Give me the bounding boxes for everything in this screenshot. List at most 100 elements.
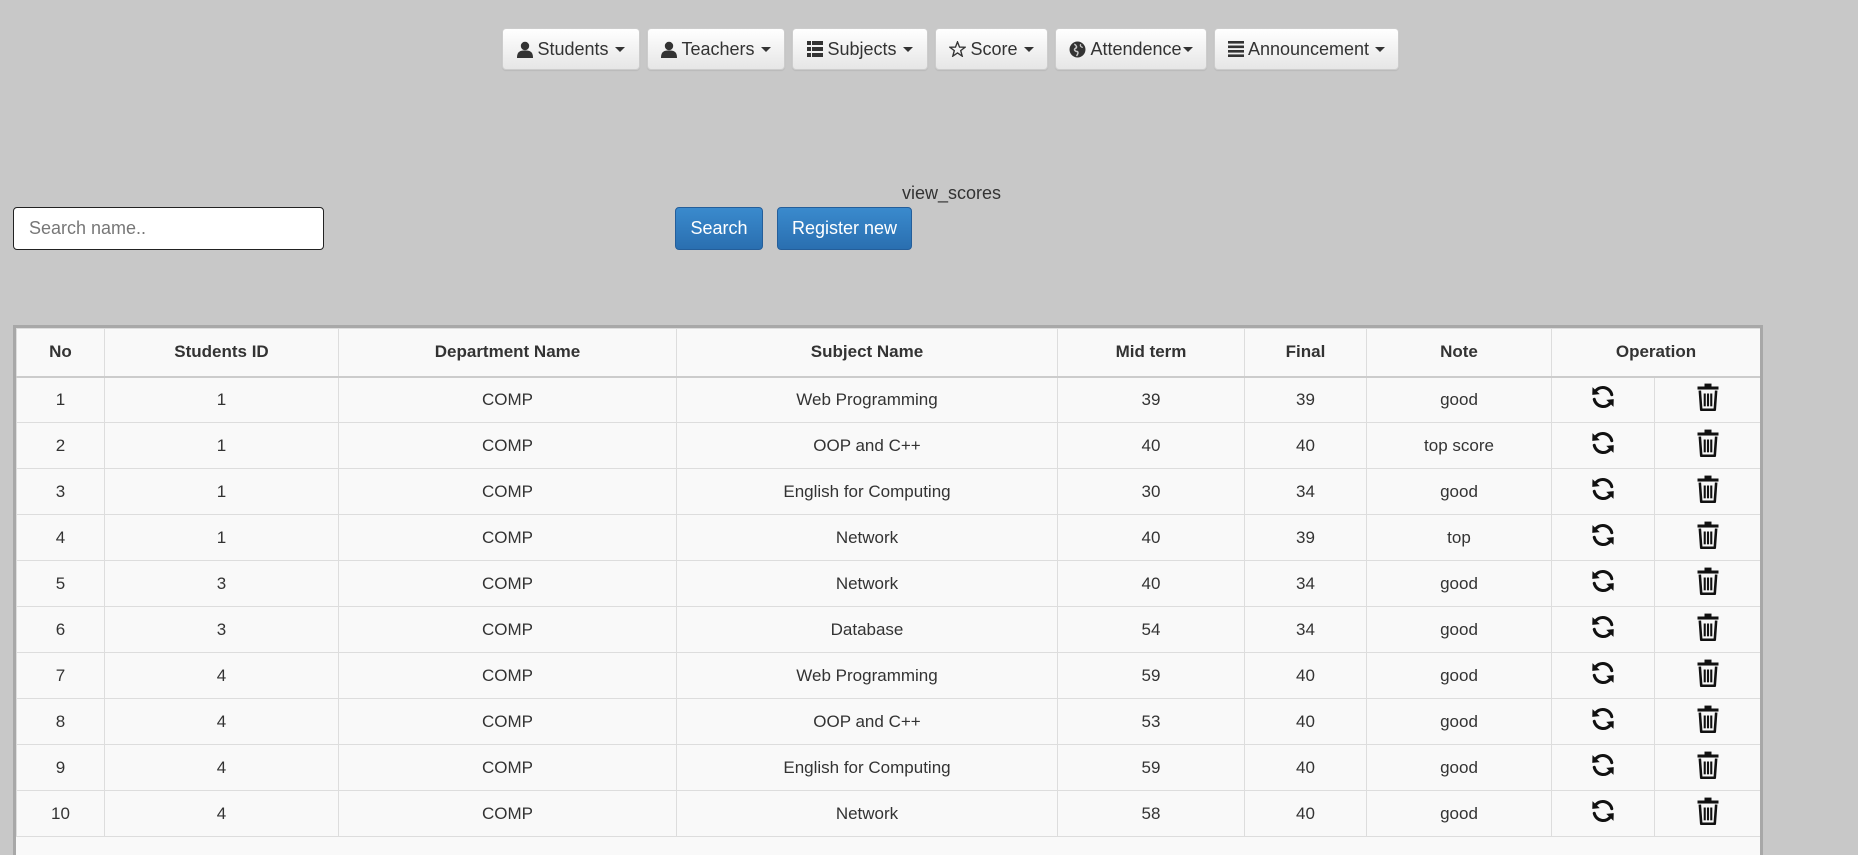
cell-note: good — [1366, 376, 1552, 423]
attendence-label: Attendence — [1090, 38, 1182, 59]
header-department-name: Department Name — [338, 328, 677, 378]
students-dropdown[interactable]: Students — [502, 28, 640, 70]
trash-icon[interactable] — [1696, 475, 1720, 503]
delete-cell — [1653, 468, 1760, 515]
students-label: Students — [537, 38, 609, 59]
trash-icon[interactable] — [1696, 567, 1720, 595]
refresh-icon[interactable] — [1589, 797, 1617, 825]
register-new-button[interactable]: Register new — [777, 207, 912, 250]
cell-note: good — [1366, 560, 1552, 607]
teachers-label: Teachers — [681, 38, 755, 59]
chevron-down-icon — [614, 46, 625, 52]
subjects-label: Subjects — [827, 38, 897, 59]
cell-student-id: 4 — [104, 698, 339, 745]
cell-note: good — [1366, 652, 1552, 699]
announcement-label: Announcement — [1247, 38, 1370, 59]
cell-final: 40 — [1244, 744, 1367, 791]
cell-student-id: 1 — [104, 468, 339, 515]
cell-note: good — [1366, 606, 1552, 653]
cell-note: top score — [1366, 422, 1552, 469]
score-label: Score — [970, 38, 1018, 59]
cell-student-id: 3 — [104, 560, 339, 607]
refresh-icon[interactable] — [1589, 475, 1617, 503]
chevron-down-icon — [1023, 46, 1034, 52]
update-cell — [1551, 468, 1655, 515]
update-cell — [1551, 560, 1655, 607]
table-row: 3 1 COMP English for Computing 30 34 good — [16, 468, 1760, 515]
table-row: 7 4 COMP Web Programming 59 40 good — [16, 652, 1760, 699]
cell-note: good — [1366, 468, 1552, 515]
update-cell — [1551, 422, 1655, 469]
trash-icon[interactable] — [1696, 613, 1720, 641]
update-cell — [1551, 376, 1655, 423]
trash-icon[interactable] — [1696, 797, 1720, 825]
top-nav: Students Teachers Subjects Score Attende… — [502, 28, 1406, 70]
announcement-dropdown[interactable]: Announcement — [1214, 28, 1399, 70]
trash-icon[interactable] — [1696, 659, 1720, 687]
trash-icon[interactable] — [1696, 705, 1720, 733]
search-input[interactable] — [13, 207, 324, 250]
cell-final: 39 — [1244, 514, 1367, 561]
update-cell — [1551, 698, 1655, 745]
delete-cell — [1653, 514, 1760, 561]
score-dropdown[interactable]: Score — [935, 28, 1048, 70]
cell-subject: Network — [676, 514, 1058, 561]
refresh-icon[interactable] — [1589, 659, 1617, 687]
update-cell — [1551, 514, 1655, 561]
cell-student-id: 4 — [104, 652, 339, 699]
cell-subject: Database — [676, 606, 1058, 653]
cell-note: good — [1366, 698, 1552, 745]
cell-department: COMP — [338, 514, 677, 561]
cell-student-id: 1 — [104, 514, 339, 561]
cell-no: 3 — [16, 468, 105, 515]
refresh-icon[interactable] — [1589, 613, 1617, 641]
cell-mid-term: 59 — [1057, 652, 1245, 699]
header-no: No — [16, 328, 105, 378]
trash-icon[interactable] — [1696, 521, 1720, 549]
table-row: 4 1 COMP Network 40 39 top — [16, 514, 1760, 561]
chevron-down-icon — [1182, 46, 1193, 52]
cell-mid-term: 40 — [1057, 560, 1245, 607]
cell-subject: Network — [676, 560, 1058, 607]
cell-mid-term: 54 — [1057, 606, 1245, 653]
refresh-icon[interactable] — [1589, 521, 1617, 549]
refresh-icon[interactable] — [1589, 429, 1617, 457]
menu-icon — [1227, 41, 1244, 57]
cell-student-id: 3 — [104, 606, 339, 653]
refresh-icon[interactable] — [1589, 705, 1617, 733]
delete-cell — [1653, 606, 1760, 653]
table-row: 9 4 COMP English for Computing 59 40 good — [16, 744, 1760, 791]
trash-icon[interactable] — [1696, 751, 1720, 779]
cell-no: 7 — [16, 652, 105, 699]
cell-final: 40 — [1244, 790, 1367, 837]
table-row: 8 4 COMP OOP and C++ 53 40 good — [16, 698, 1760, 745]
globe-icon — [1069, 41, 1086, 58]
cell-subject: English for Computing — [676, 744, 1058, 791]
refresh-icon[interactable] — [1589, 751, 1617, 779]
header-final: Final — [1244, 328, 1367, 378]
cell-no: 4 — [16, 514, 105, 561]
search-button[interactable]: Search — [675, 207, 763, 250]
refresh-icon[interactable] — [1589, 383, 1617, 411]
cell-mid-term: 53 — [1057, 698, 1245, 745]
delete-cell — [1653, 790, 1760, 837]
cell-student-id: 4 — [104, 790, 339, 837]
update-cell — [1551, 790, 1655, 837]
teachers-dropdown[interactable]: Teachers — [647, 28, 785, 70]
scores-table: No Students ID Department Name Subject N… — [16, 328, 1760, 837]
user-icon — [517, 41, 534, 58]
cell-mid-term: 40 — [1057, 422, 1245, 469]
cell-department: COMP — [338, 376, 677, 423]
trash-icon[interactable] — [1696, 429, 1720, 457]
cell-no: 10 — [16, 790, 105, 837]
attendence-dropdown[interactable]: Attendence — [1055, 28, 1207, 70]
cell-final: 40 — [1244, 698, 1367, 745]
refresh-icon[interactable] — [1589, 567, 1617, 595]
cell-final: 40 — [1244, 422, 1367, 469]
trash-icon[interactable] — [1696, 383, 1720, 412]
table-row: 5 3 COMP Network 40 34 good — [16, 560, 1760, 607]
delete-cell — [1653, 560, 1760, 607]
subjects-dropdown[interactable]: Subjects — [792, 28, 928, 70]
cell-student-id: 1 — [104, 376, 339, 423]
cell-no: 6 — [16, 606, 105, 653]
